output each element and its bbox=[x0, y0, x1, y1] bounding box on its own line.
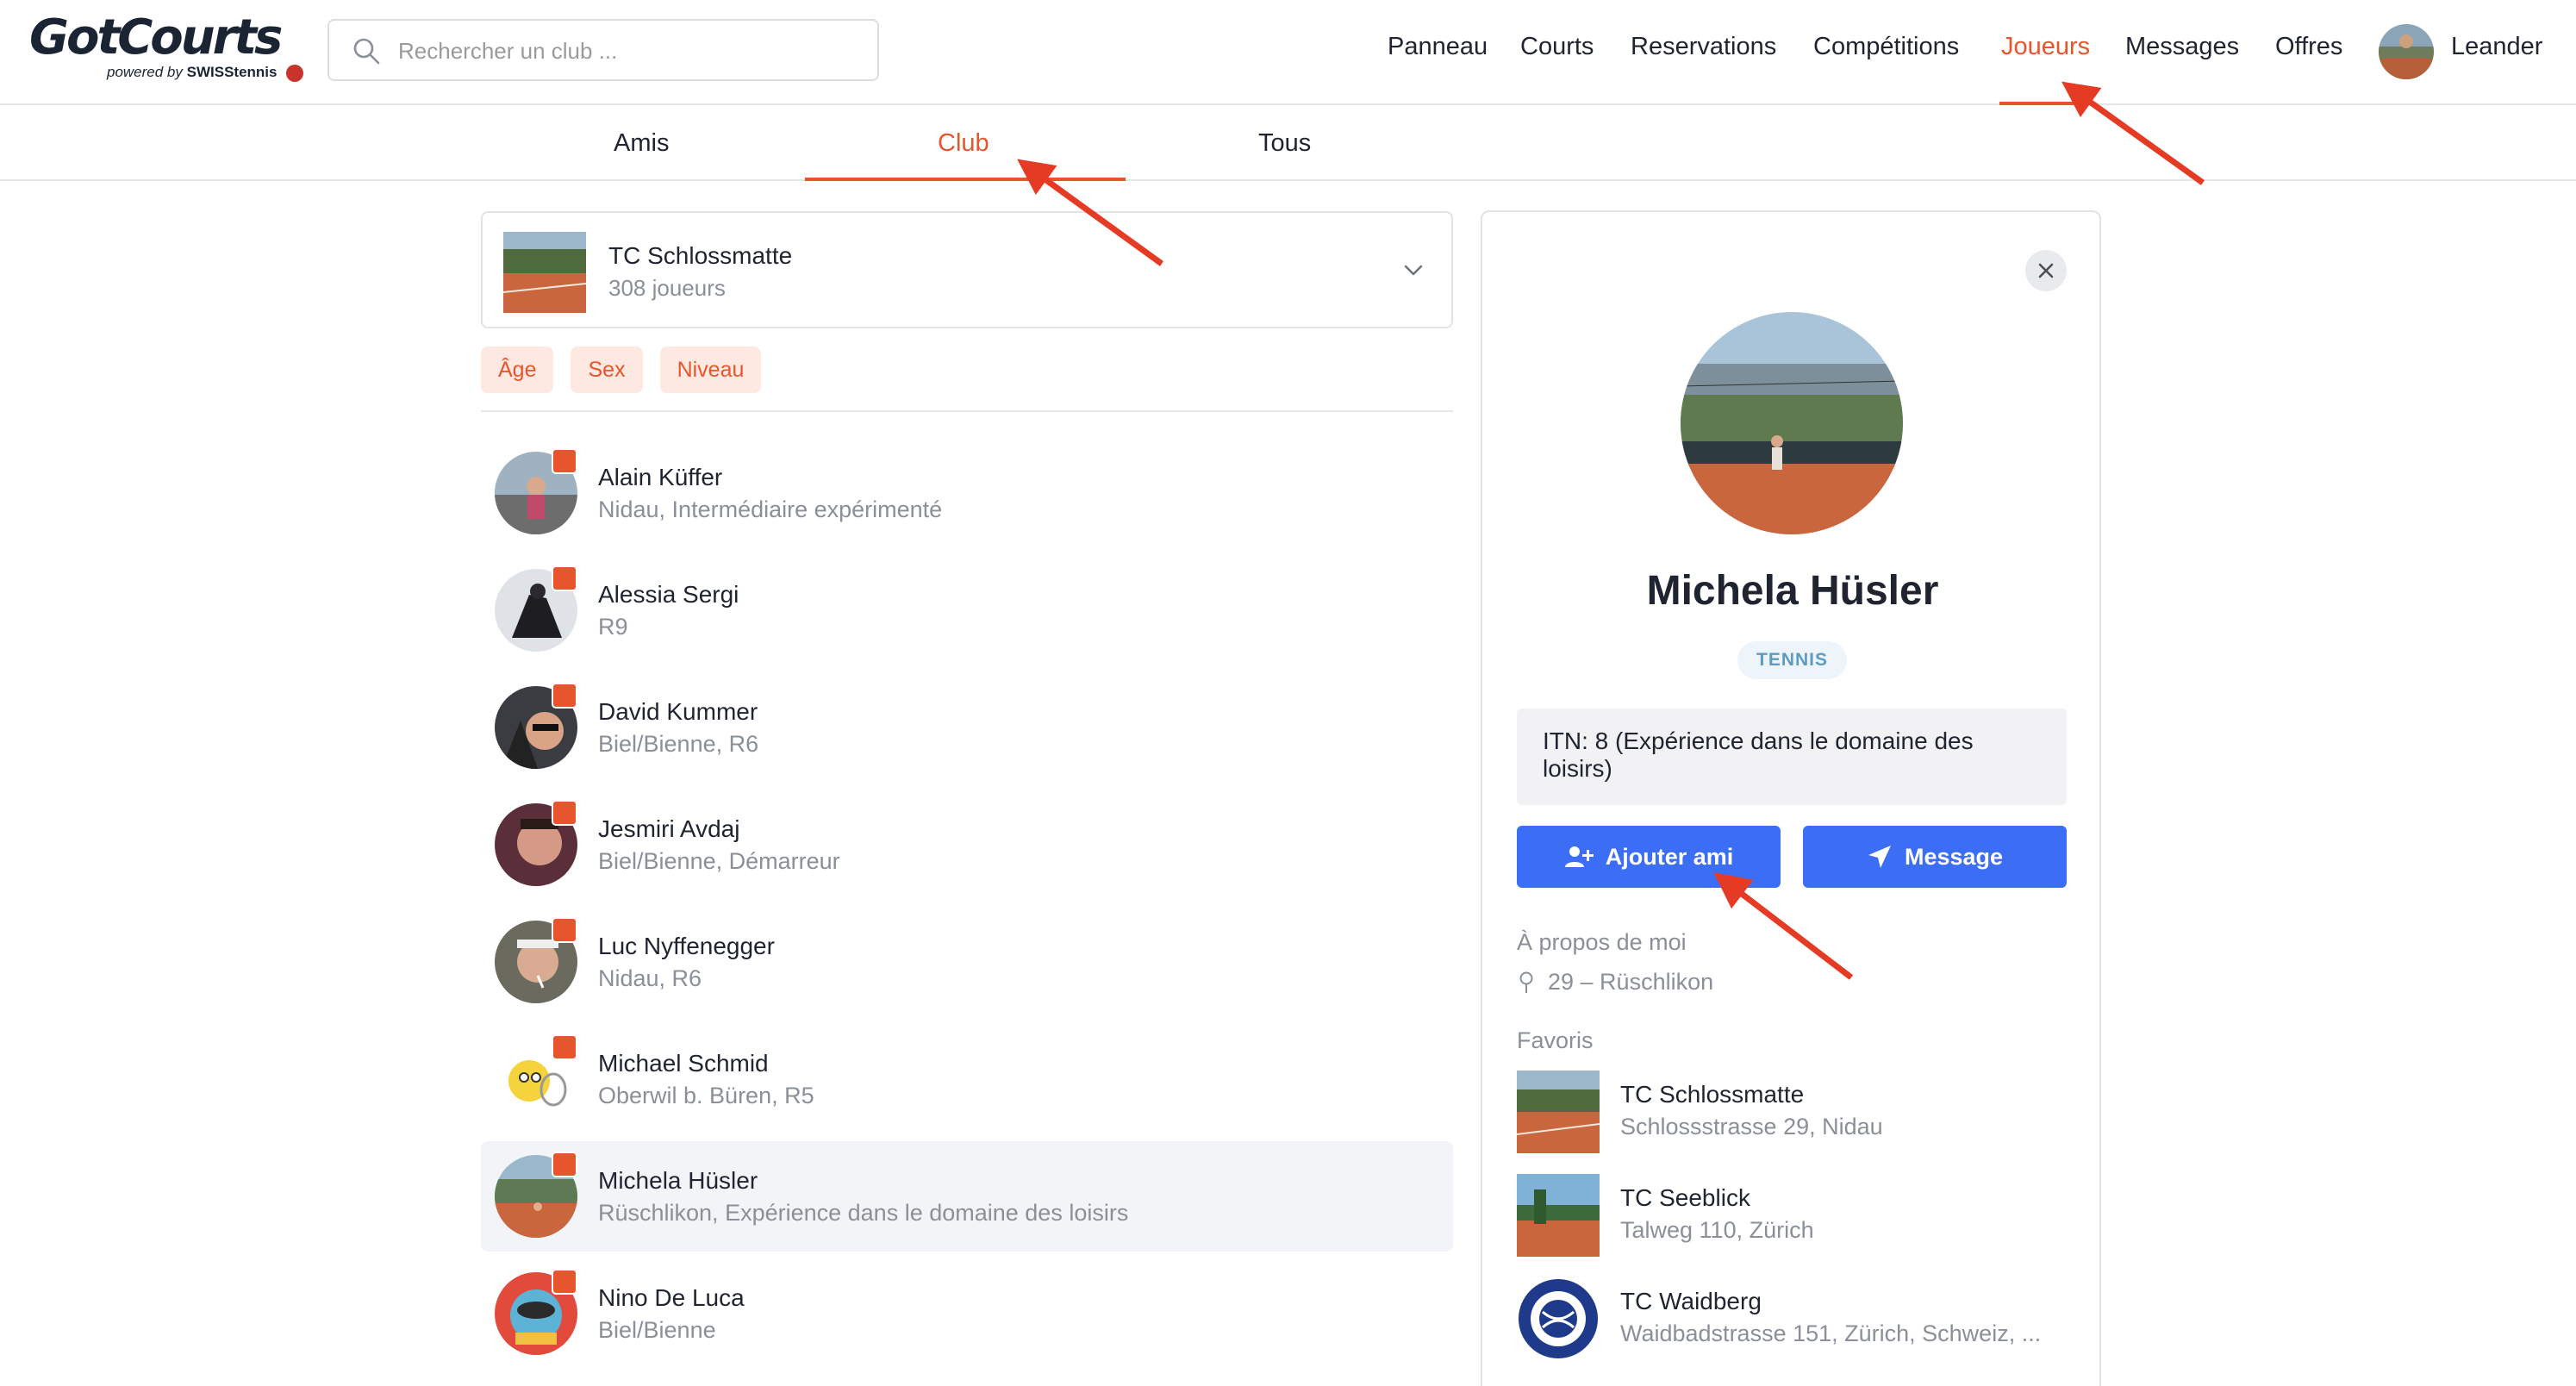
player-row[interactable]: Alain Küffer Nidau, Intermédiaire expéri… bbox=[481, 438, 1453, 548]
active-tab-underline bbox=[805, 178, 1126, 181]
user-photo bbox=[2379, 24, 2434, 79]
nav-offres[interactable]: Offres bbox=[2275, 33, 2342, 61]
about-location: 29 – Rüschlikon bbox=[1517, 969, 1713, 996]
send-icon bbox=[1868, 846, 1891, 868]
player-details: Biel/Bienne bbox=[598, 1317, 716, 1343]
favorite-club-item[interactable]: TC Seeblick Talweg 110, Zürich bbox=[1517, 1174, 2068, 1260]
player-name: Michael Schmid bbox=[598, 1050, 769, 1077]
tab-tous[interactable]: Tous bbox=[1258, 129, 1311, 158]
player-row[interactable]: Nino De Luca Biel/Bienne bbox=[481, 1258, 1453, 1369]
club-name: TC Schlossmatte bbox=[608, 242, 793, 269]
message-button[interactable]: Message bbox=[1803, 826, 2067, 888]
logo-wordmark: GotCourts bbox=[29, 9, 283, 66]
player-name: Nino De Luca bbox=[598, 1284, 745, 1311]
logo-tagline: powered by SWISStennis bbox=[107, 64, 304, 82]
logo-powered-text: powered by bbox=[107, 64, 183, 80]
nav-courts[interactable]: Courts bbox=[1520, 33, 1594, 61]
player-details: Nidau, R6 bbox=[598, 965, 702, 991]
club-member-badge bbox=[552, 448, 577, 474]
favorite-club-address: Waidbadstrasse 151, Zürich, Schweiz, ... bbox=[1620, 1320, 2042, 1346]
sport-badge: TENNIS bbox=[1737, 641, 1848, 679]
club-member-badge bbox=[552, 1034, 577, 1060]
player-list: Alain Küffer Nidau, Intermédiaire expéri… bbox=[481, 438, 1453, 1376]
nav-reservations[interactable]: Reservations bbox=[1631, 33, 1776, 61]
favorite-club-logo bbox=[1517, 1277, 1600, 1360]
favorite-club-name: TC Seeblick bbox=[1620, 1184, 1750, 1211]
about-me-heading: À propos de moi bbox=[1517, 929, 1687, 955]
close-icon bbox=[2038, 263, 2054, 278]
user-avatar[interactable] bbox=[2379, 24, 2434, 79]
club-member-badge bbox=[552, 565, 577, 591]
gotcourts-logo[interactable]: GotCourts powered by SWISStennis bbox=[29, 9, 304, 90]
player-details: Oberwil b. Büren, R5 bbox=[598, 1083, 814, 1108]
top-navigation-bar: GotCourts powered by SWISStennis Panneau… bbox=[0, 0, 2576, 105]
club-selector-dropdown[interactable]: TC Schlossmatte 308 joueurs bbox=[481, 211, 1453, 328]
filters-divider bbox=[481, 410, 1453, 412]
profile-photo bbox=[1681, 312, 1903, 534]
player-row[interactable]: Michael Schmid Oberwil b. Büren, R5 bbox=[481, 1024, 1453, 1134]
club-member-badge bbox=[552, 1269, 577, 1295]
favorite-club-address: Schlossstrasse 29, Nidau bbox=[1620, 1114, 1883, 1139]
favorite-club-address: Talweg 110, Zürich bbox=[1620, 1217, 1814, 1243]
add-friend-button[interactable]: Ajouter ami bbox=[1517, 826, 1781, 888]
nav-joueurs[interactable]: Joueurs bbox=[2001, 33, 2090, 61]
player-filters: Âge Sex Niveau bbox=[481, 346, 762, 393]
player-scope-tabs: Amis Club Tous bbox=[0, 105, 2576, 181]
club-search-box[interactable] bbox=[327, 19, 879, 81]
player-details: R9 bbox=[598, 614, 628, 640]
club-member-badge bbox=[552, 1152, 577, 1177]
player-details: Biel/Bienne, R6 bbox=[598, 731, 759, 757]
nav-messages[interactable]: Messages bbox=[2125, 33, 2239, 61]
favorite-club-name: TC Waidberg bbox=[1620, 1288, 1762, 1314]
player-row[interactable]: Jesmiri Avdaj Biel/Bienne, Démarreur bbox=[481, 790, 1453, 900]
player-name: Jesmiri Avdaj bbox=[598, 815, 740, 842]
player-name: Alain Küffer bbox=[598, 464, 723, 490]
player-profile-panel: Michela Hüsler TENNIS ITN: 8 (Expérience… bbox=[1481, 210, 2101, 1386]
itn-rating: ITN: 8 (Expérience dans le domaine des l… bbox=[1517, 709, 2067, 805]
player-name: David Kummer bbox=[598, 698, 758, 725]
close-profile-button[interactable] bbox=[2025, 250, 2067, 291]
tab-amis[interactable]: Amis bbox=[614, 129, 669, 158]
tennis-ball-icon bbox=[286, 64, 304, 82]
player-details: Rüschlikon, Expérience dans le domaine d… bbox=[598, 1200, 1129, 1226]
user-name[interactable]: Leander bbox=[2451, 33, 2542, 61]
player-name: Luc Nyffenegger bbox=[598, 933, 775, 959]
club-member-badge bbox=[552, 683, 577, 709]
profile-name: Michela Hüsler bbox=[1646, 568, 1939, 614]
add-user-icon bbox=[1564, 846, 1594, 867]
player-row[interactable]: David Kummer Biel/Bienne, R6 bbox=[481, 672, 1453, 783]
message-label: Message bbox=[1904, 843, 2004, 870]
search-input[interactable] bbox=[398, 33, 864, 69]
player-row[interactable]: Alessia Sergi R9 bbox=[481, 555, 1453, 665]
favorite-club-item[interactable]: TC Waidberg Waidbadstrasse 151, Zürich, … bbox=[1517, 1277, 2068, 1364]
nav-panneau[interactable]: Panneau bbox=[1388, 33, 1488, 61]
player-details: Nidau, Intermédiaire expérimenté bbox=[598, 496, 943, 522]
favorite-club-item[interactable]: TC Schlossmatte Schlossstrasse 29, Nidau bbox=[1517, 1071, 2068, 1157]
tab-club[interactable]: Club bbox=[938, 129, 989, 158]
filter-age[interactable]: Âge bbox=[481, 346, 554, 393]
filter-niveau[interactable]: Niveau bbox=[659, 346, 762, 393]
club-member-badge bbox=[552, 800, 577, 826]
location-pin-icon bbox=[1519, 971, 1533, 993]
search-icon bbox=[353, 38, 380, 65]
add-friend-label: Ajouter ami bbox=[1605, 843, 1734, 870]
player-name: Alessia Sergi bbox=[598, 581, 739, 608]
age-location-text: 29 – Rüschlikon bbox=[1548, 969, 1714, 995]
club-player-count: 308 joueurs bbox=[608, 275, 726, 301]
player-details: Biel/Bienne, Démarreur bbox=[598, 848, 840, 874]
club-thumbnail bbox=[503, 232, 586, 313]
player-row[interactable]: Luc Nyffenegger Nidau, R6 bbox=[481, 907, 1453, 1017]
filter-sex[interactable]: Sex bbox=[571, 346, 643, 393]
nav-competitions[interactable]: Compétitions bbox=[1813, 33, 1959, 61]
logo-brand-text: SWISStennis bbox=[186, 64, 278, 80]
favorite-club-name: TC Schlossmatte bbox=[1620, 1081, 1805, 1108]
favorite-club-thumbnail bbox=[1517, 1174, 1600, 1257]
player-row-selected[interactable]: Michela Hüsler Rüschlikon, Expérience da… bbox=[481, 1141, 1453, 1252]
chevron-down-icon bbox=[1404, 265, 1423, 276]
favorite-club-thumbnail bbox=[1517, 1071, 1600, 1153]
favorites-heading: Favoris bbox=[1517, 1027, 1594, 1053]
player-name: Michela Hüsler bbox=[598, 1167, 758, 1194]
club-member-badge bbox=[552, 917, 577, 943]
